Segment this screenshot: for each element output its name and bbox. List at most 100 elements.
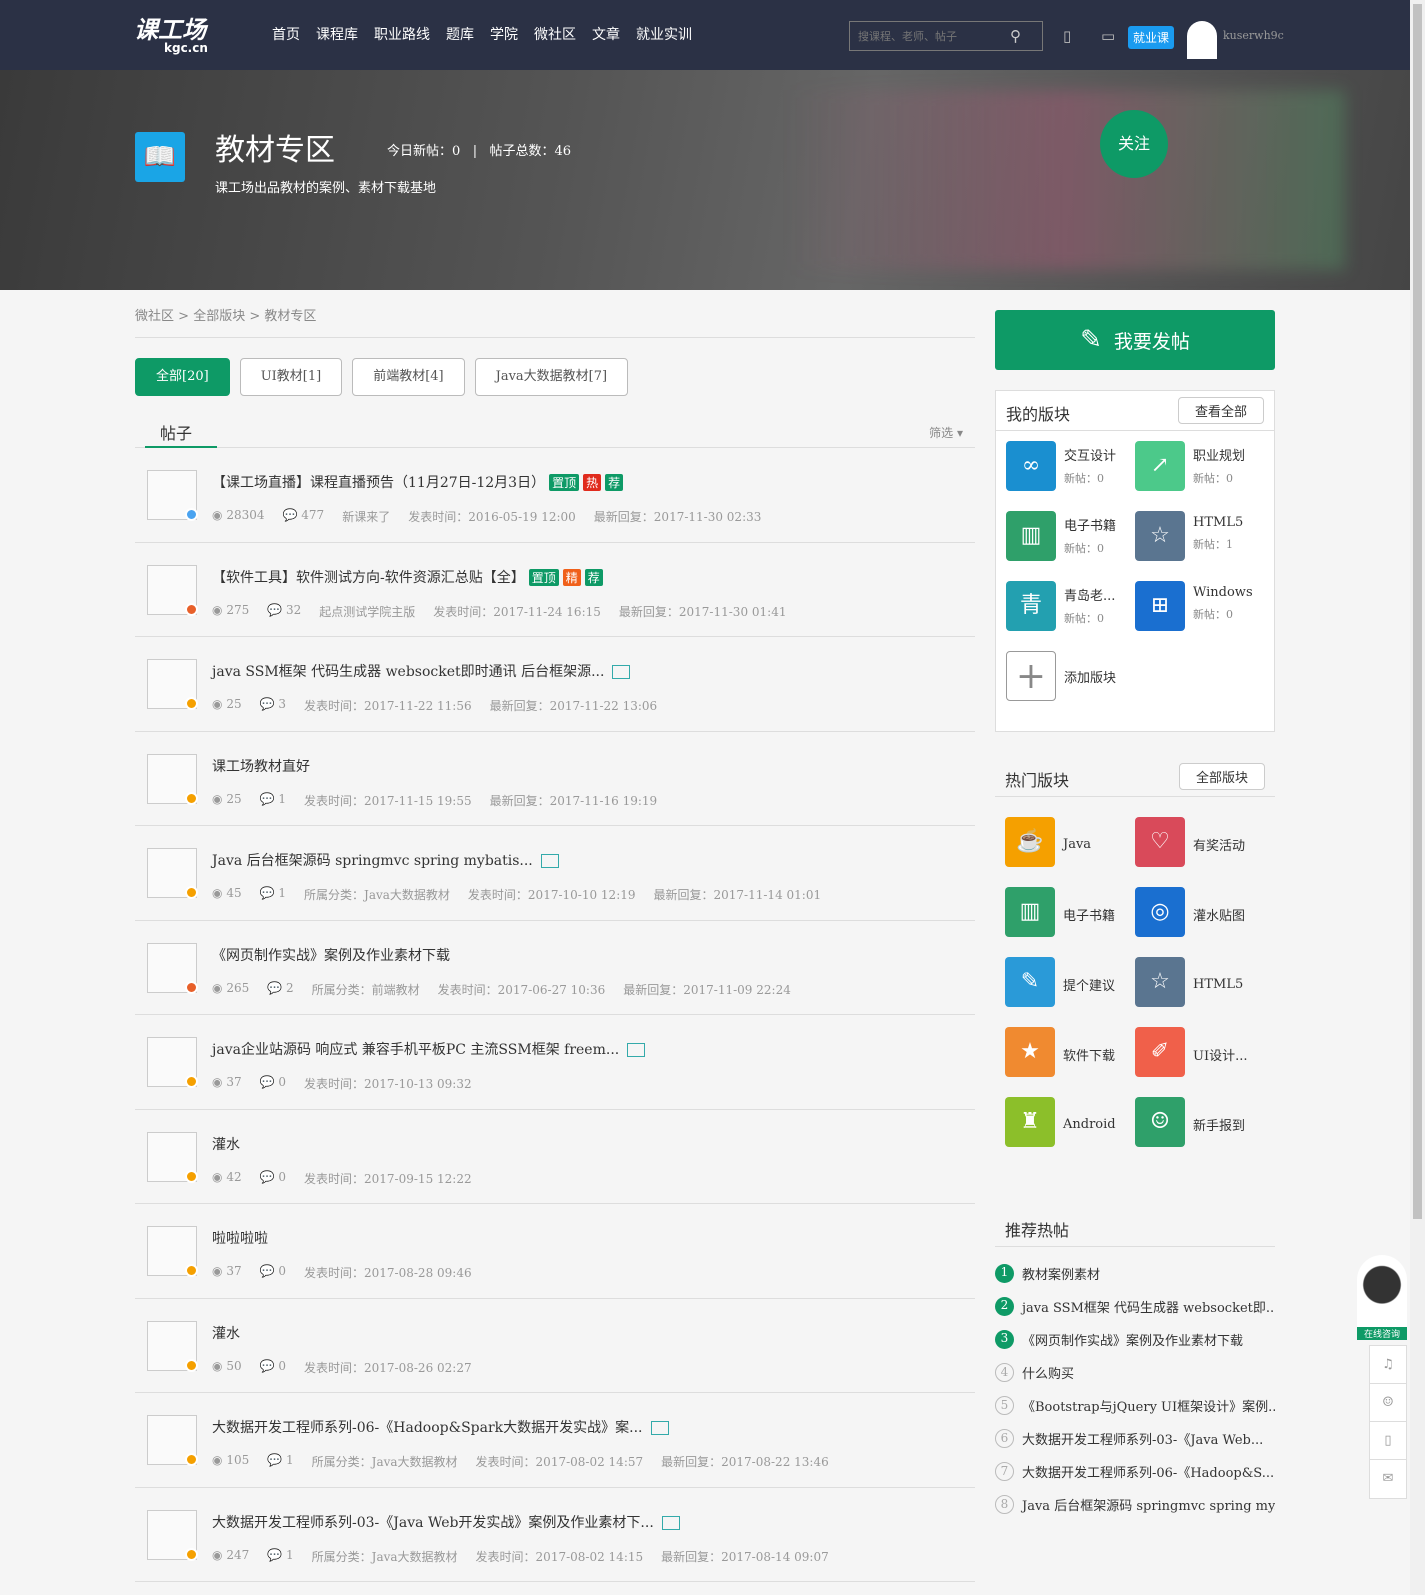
board-item[interactable]: ⊞ Windows 新帖：0 (1135, 581, 1264, 651)
post-row[interactable]: 大数据开发工程师系列-06-《Hadoop&Spark大数据开发实战》案... ◉… (135, 1393, 975, 1488)
mobile-icon[interactable]: ▯ (1370, 1422, 1406, 1460)
recommended-title[interactable]: 大数据开发工程师系列-03-《Java Web... (1022, 1429, 1263, 1448)
post-row[interactable]: 课工场教材直好 ◉ 25 💬 1 发表时间：2017-11-15 19:55 最新回复：… (135, 732, 975, 826)
board-item[interactable]: ☺ 新手报到 (1135, 1087, 1265, 1157)
board-item[interactable]: ∞ 交互设计 新帖：0 (1006, 441, 1135, 511)
user-avatar[interactable] (1187, 21, 1217, 59)
recommended-title[interactable]: 教材案例素材 (1022, 1264, 1100, 1283)
board-item[interactable]: ☆ HTML5 (1135, 947, 1265, 1017)
board-name[interactable]: 职业规划 (1193, 445, 1245, 464)
logo[interactable]: 课工场 kgc.cn (134, 10, 208, 55)
author-avatar[interactable] (147, 1509, 198, 1561)
search-icon[interactable]: ⚲ (1010, 27, 1021, 45)
board-name[interactable]: Android (1063, 1117, 1116, 1132)
post-row[interactable]: Java 后台框架源码 springmvc spring mybatis... ◉… (135, 826, 975, 921)
follow-button[interactable]: 关注 (1100, 110, 1168, 178)
board-item[interactable]: ↗ 职业规划 新帖：0 (1135, 441, 1264, 511)
author-avatar[interactable] (147, 1131, 198, 1183)
recommended-item[interactable]: 2 java SSM框架 代码生成器 websocket即... (995, 1290, 1275, 1323)
recommended-item[interactable]: 4 什么购买 (995, 1356, 1275, 1389)
nav-item[interactable]: 课程库 (316, 24, 358, 44)
post-title[interactable]: 啦啦啦啦 (212, 1231, 268, 1247)
user-icon[interactable]: ☺ (1370, 1384, 1406, 1422)
board-item[interactable]: ♡ 有奖活动 (1135, 807, 1265, 877)
online-consult-widget[interactable]: 在线咨询 (1357, 1255, 1407, 1340)
post-row[interactable]: 灌水 ◉ 42 💬 0 发表时间：2017-09-15 12:22 (135, 1110, 975, 1204)
category-tab[interactable]: UI教材[1] (239, 358, 343, 396)
board-name[interactable]: 青岛老... (1064, 585, 1115, 604)
board-item[interactable]: ◎ 灌水贴图 (1135, 877, 1265, 947)
author-avatar[interactable] (147, 942, 198, 994)
add-board-button[interactable]: + 添加版块 (1006, 651, 1135, 721)
post-row[interactable]: 【课工场直播】课程直播预告（11月27日-12月3日） 置顶热荐 ◉ 28304 💬 … (135, 448, 975, 543)
recommended-title[interactable]: 《网页制作实战》案例及作业素材下载 (1022, 1330, 1243, 1349)
message-icon[interactable]: ▭ (1101, 27, 1115, 45)
search-input[interactable] (850, 29, 1010, 43)
board-item[interactable]: ★ 软件下载 (1005, 1017, 1135, 1087)
board-item[interactable]: ☆ HTML5 新帖：1 (1135, 511, 1264, 581)
author-avatar[interactable] (147, 1320, 198, 1372)
board-name[interactable]: 软件下载 (1063, 1045, 1115, 1064)
category-tab[interactable]: 前端教材[4] (352, 358, 465, 396)
category-tab[interactable]: Java大数据教材[7] (474, 358, 629, 396)
tab-posts[interactable]: 帖子 (160, 420, 192, 444)
author-avatar[interactable] (147, 1226, 198, 1277)
nav-item[interactable]: 就业实训 (636, 24, 692, 44)
nav-item[interactable]: 职业路线 (374, 24, 430, 44)
recommended-title[interactable]: 什么购买 (1022, 1363, 1074, 1382)
post-title[interactable]: 大数据开发工程师系列-06-《Hadoop&Spark大数据开发实战》案... (212, 1420, 643, 1436)
post-title[interactable]: 灌水 (212, 1137, 240, 1153)
recommended-item[interactable]: 3 《网页制作实战》案例及作业素材下载 (995, 1323, 1275, 1356)
filter-dropdown[interactable]: 筛选 ▾ (929, 424, 963, 441)
nav-item[interactable]: 首页 (272, 24, 300, 44)
board-item[interactable]: ▥ 电子书籍 新帖：0 (1006, 511, 1135, 581)
author-avatar[interactable] (147, 848, 198, 899)
recommended-title[interactable]: 《Bootstrap与jQuery UI框架设计》案例... (1022, 1396, 1275, 1415)
all-boards-button[interactable]: 全部版块 (1178, 763, 1265, 790)
recommended-item[interactable]: 6 大数据开发工程师系列-03-《Java Web... (995, 1422, 1275, 1455)
recommended-item[interactable]: 1 教材案例素材 (995, 1257, 1275, 1290)
post-row[interactable]: 《网页制作实战》案例及作业素材下载 ◉ 265 💬 2 所属分类：前端教材 发表时间：2… (135, 921, 975, 1015)
board-name[interactable]: 提个建议 (1063, 975, 1115, 994)
nav-item[interactable]: 文章 (592, 24, 620, 44)
job-course-badge[interactable]: 就业课 (1128, 26, 1175, 49)
post-title[interactable]: 【课工场直播】课程直播预告（11月27日-12月3日） (212, 475, 545, 491)
post-title[interactable]: 大数据开发工程师系列-03-《Java Web开发实战》案例及作业素材下... (212, 1515, 654, 1531)
scrollbar[interactable] (1410, 0, 1425, 1595)
mail-icon[interactable]: ✉ (1370, 1460, 1406, 1498)
post-title[interactable]: 灌水 (212, 1326, 240, 1342)
breadcrumb-link[interactable]: 教材专区 (264, 309, 316, 324)
recommended-item[interactable]: 5 《Bootstrap与jQuery UI框架设计》案例... (995, 1389, 1275, 1422)
board-name[interactable]: Windows (1193, 585, 1253, 600)
board-name[interactable]: 新手报到 (1193, 1115, 1245, 1134)
recommended-title[interactable]: java SSM框架 代码生成器 websocket即... (1022, 1297, 1275, 1316)
board-item[interactable]: ♜ Android (1005, 1087, 1135, 1157)
board-name[interactable]: 交互设计 (1064, 445, 1116, 464)
author-avatar[interactable] (147, 564, 198, 616)
post-row[interactable]: java SSM框架 代码生成器 websocket即时通讯 后台框架源... ◉… (135, 637, 975, 732)
author-avatar[interactable] (147, 659, 198, 710)
post-row[interactable]: 啦啦啦啦 ◉ 37 💬 0 发表时间：2017-08-28 09:46 (135, 1204, 975, 1299)
nav-item[interactable]: 题库 (446, 24, 474, 44)
author-avatar[interactable] (147, 753, 198, 805)
post-title[interactable]: 课工场教材直好 (212, 759, 310, 775)
board-item[interactable]: 青青岛老... 新帖：0 (1006, 581, 1135, 651)
breadcrumb-link[interactable]: 全部版块 (193, 309, 245, 324)
scrollbar-thumb[interactable] (1413, 4, 1422, 1219)
recommended-title[interactable]: Java 后台框架源码 springmvc spring my... (1022, 1495, 1275, 1514)
board-name[interactable]: HTML5 (1193, 977, 1243, 992)
post-row[interactable]: 大数据开发工程师系列-03-《Java Web开发实战》案例及作业素材下... ◉… (135, 1488, 975, 1582)
breadcrumb-link[interactable]: 微社区 (135, 309, 174, 324)
post-title[interactable]: 《网页制作实战》案例及作业素材下载 (212, 948, 450, 964)
view-all-button[interactable]: 查看全部 (1177, 397, 1264, 424)
author-avatar[interactable] (147, 1037, 198, 1088)
post-row[interactable]: java企业站源码 响应式 兼容手机平板PC 主流SSM框架 freem... ◉… (135, 1015, 975, 1110)
post-title[interactable]: Java 后台框架源码 springmvc spring mybatis... (212, 853, 533, 869)
board-name[interactable]: 有奖活动 (1193, 835, 1245, 854)
recommended-title[interactable]: 大数据开发工程师系列-06-《Hadoop&S... (1022, 1462, 1274, 1481)
board-name[interactable]: HTML5 (1193, 515, 1243, 530)
recommended-item[interactable]: 8 Java 后台框架源码 springmvc spring my... (995, 1488, 1275, 1521)
post-title[interactable]: 【软件工具】软件测试方向-软件资源汇总贴【全】 (212, 570, 525, 586)
post-row[interactable]: 【软件工具】软件测试方向-软件资源汇总贴【全】 置顶精荐 ◉ 275 💬 32 起点测试… (135, 543, 975, 637)
nav-item[interactable]: 学院 (490, 24, 518, 44)
